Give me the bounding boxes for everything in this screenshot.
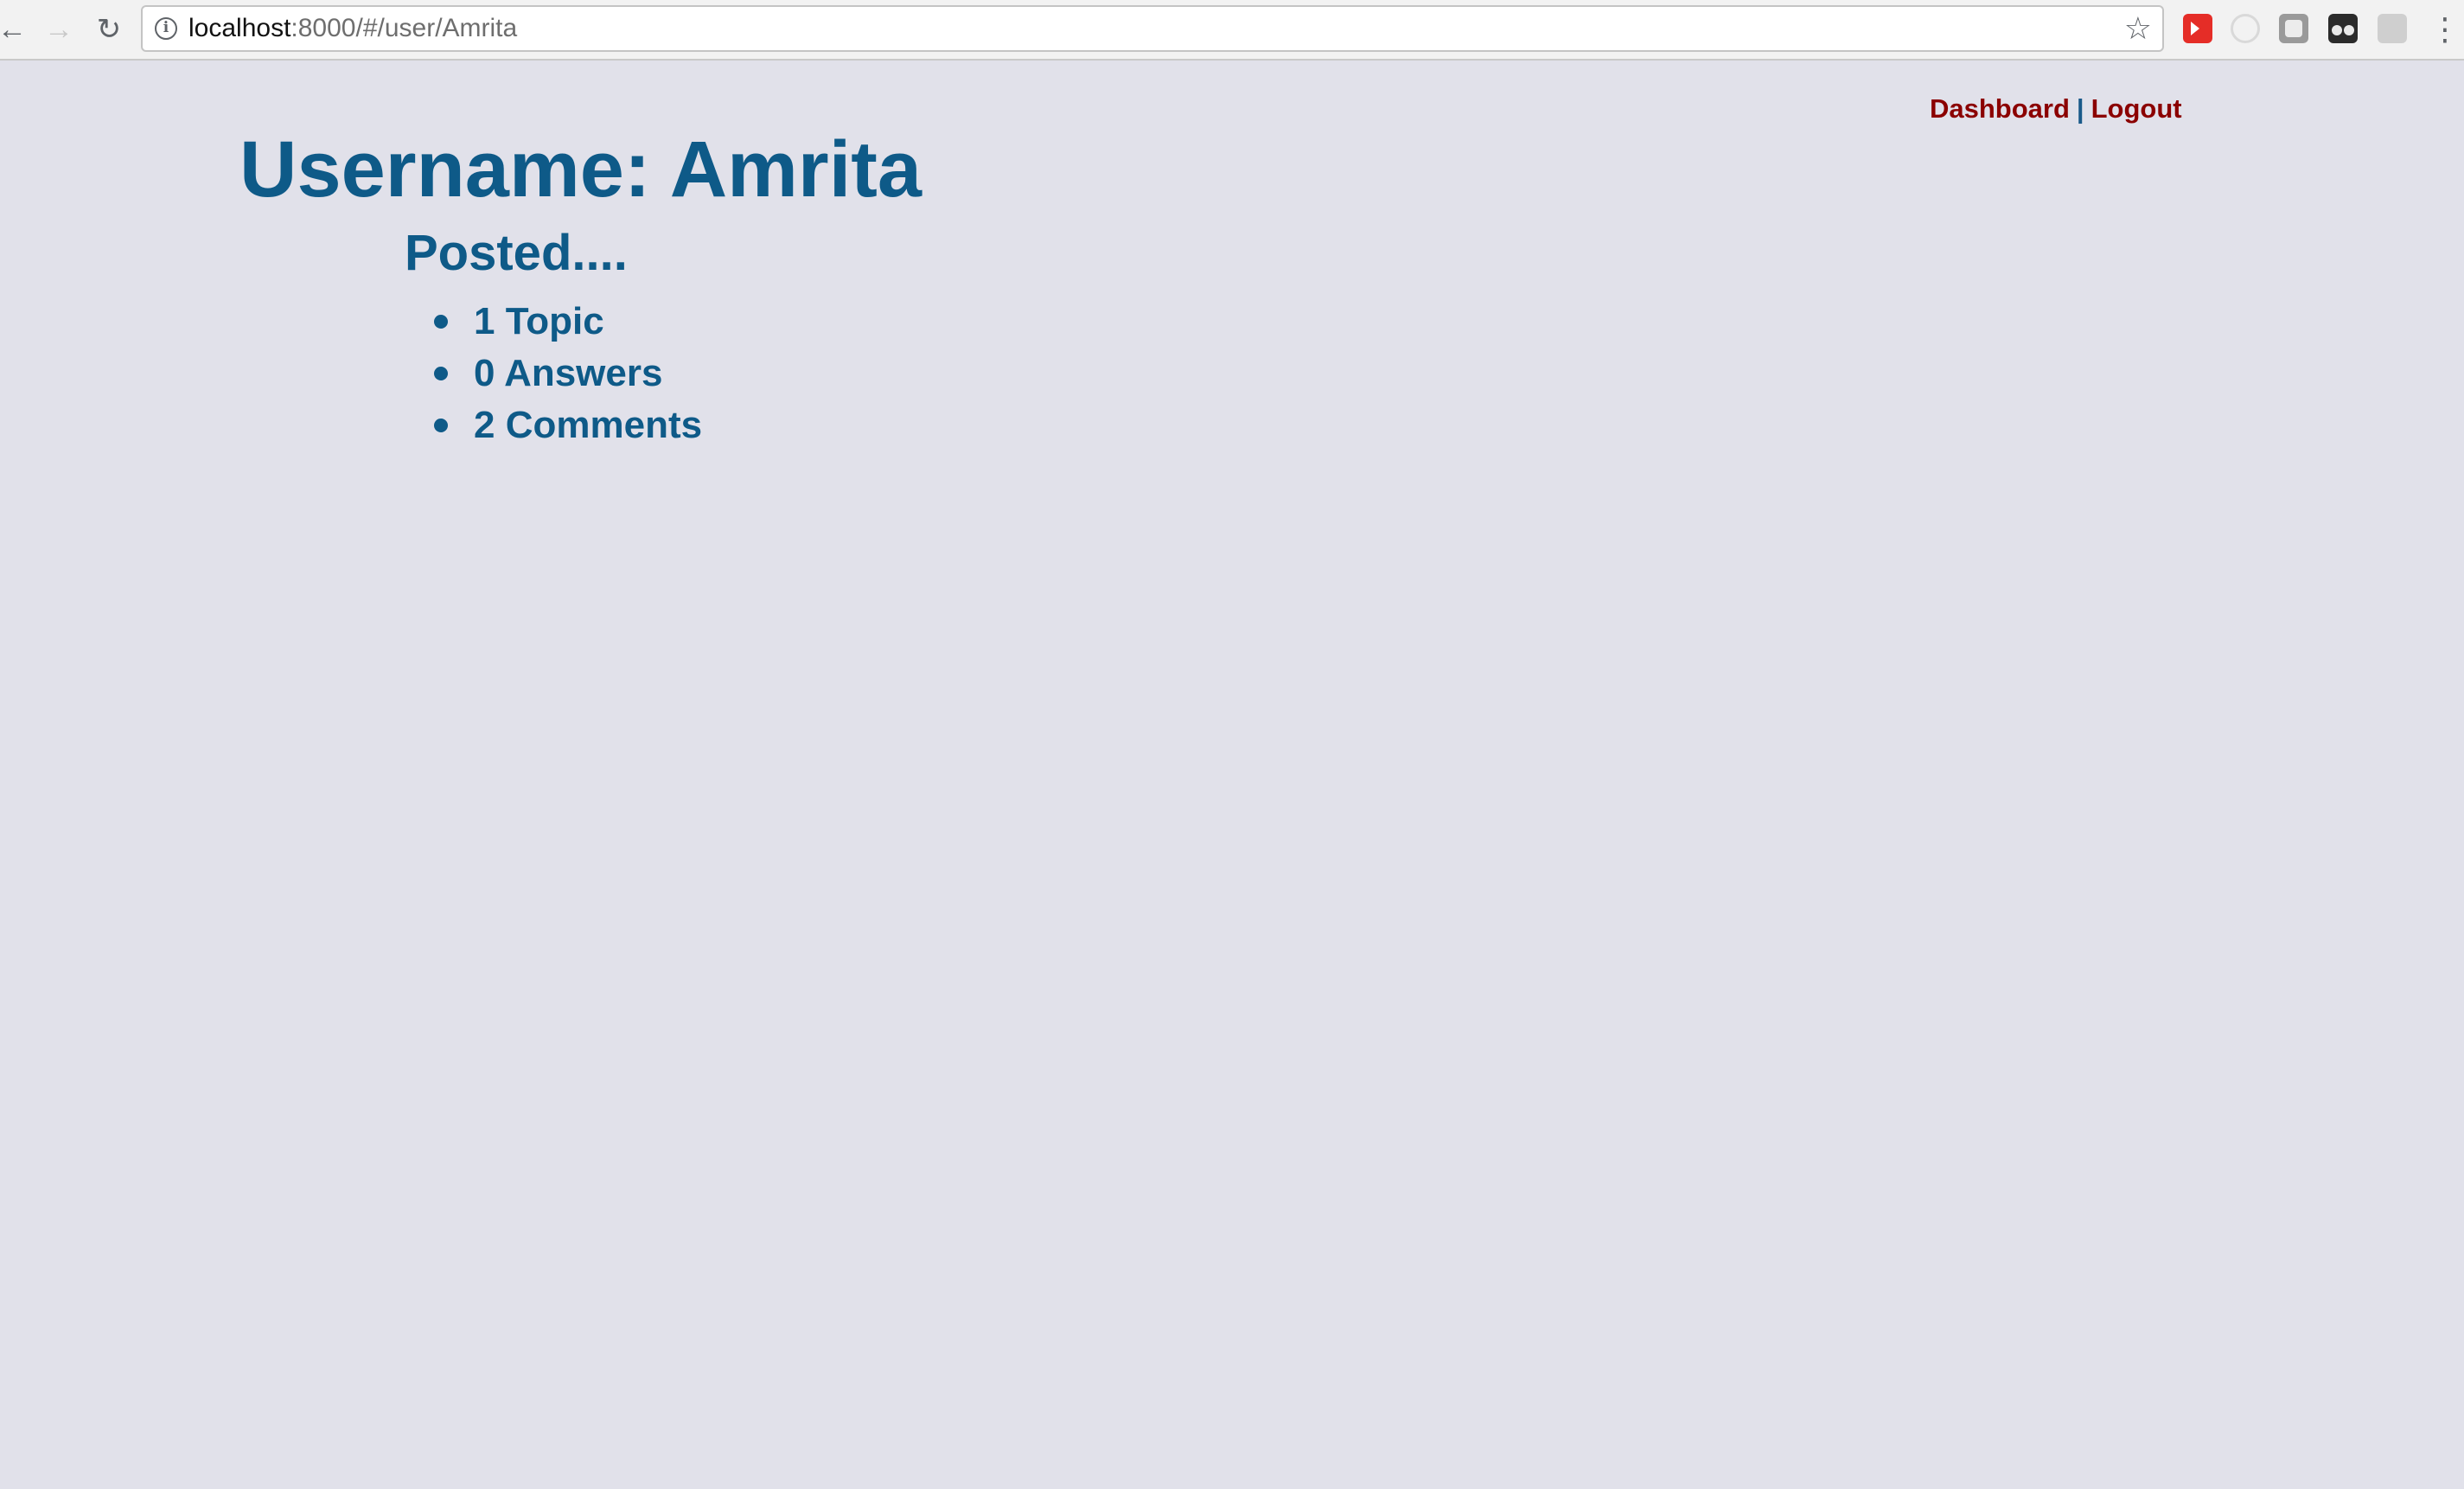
topic-count: 1 Topic (474, 300, 604, 342)
copies-extension-icon[interactable] (2378, 14, 2407, 43)
list-item-comments: 2 Comments (434, 399, 703, 451)
answer-count: 0 Answers (474, 352, 663, 394)
address-bar[interactable]: i localhost:8000/#/user/Amrita ☆ (141, 5, 2164, 52)
info-icon[interactable]: i (155, 17, 177, 40)
bullet-icon (434, 367, 448, 380)
youtube-extension-icon[interactable] (2183, 14, 2212, 43)
url-path: :8000/#/user/Amrita (290, 14, 518, 42)
page-title: Username: Amrita (239, 125, 922, 214)
nav-separator: | (2076, 93, 2084, 124)
forward-arrow-icon[interactable]: → (41, 12, 76, 47)
reload-icon[interactable]: ↻ (92, 12, 126, 47)
url-host: localhost (188, 14, 291, 42)
posted-heading: Posted.... (405, 225, 628, 281)
comment-count: 2 Comments (474, 404, 703, 446)
list-item-topics: 1 Topic (434, 296, 702, 348)
glasses-extension-icon[interactable] (2328, 14, 2358, 43)
box-extension-icon[interactable] (2279, 14, 2308, 43)
logout-link[interactable]: Logout (2091, 93, 2182, 124)
star-icon[interactable]: ☆ (2124, 10, 2152, 47)
top-nav: Dashboard | Logout (1930, 93, 2182, 125)
browser-toolbar: ← → ↻ i localhost:8000/#/user/Amrita ☆ ⋮ (0, 0, 2464, 61)
list-item-answers: 0 Answers (434, 348, 702, 399)
kebab-menu-icon[interactable]: ⋮ (2429, 12, 2461, 47)
bullet-icon (434, 419, 448, 432)
back-arrow-icon[interactable]: ← (0, 12, 29, 47)
url-text[interactable]: localhost:8000/#/user/Amrita (188, 7, 517, 50)
bullet-icon (434, 315, 448, 329)
post-counts-list: 1 Topic 0 Answers 2 Comments (434, 296, 703, 451)
ghost-extension-icon[interactable] (2231, 14, 2260, 43)
dashboard-link[interactable]: Dashboard (1930, 93, 2070, 124)
